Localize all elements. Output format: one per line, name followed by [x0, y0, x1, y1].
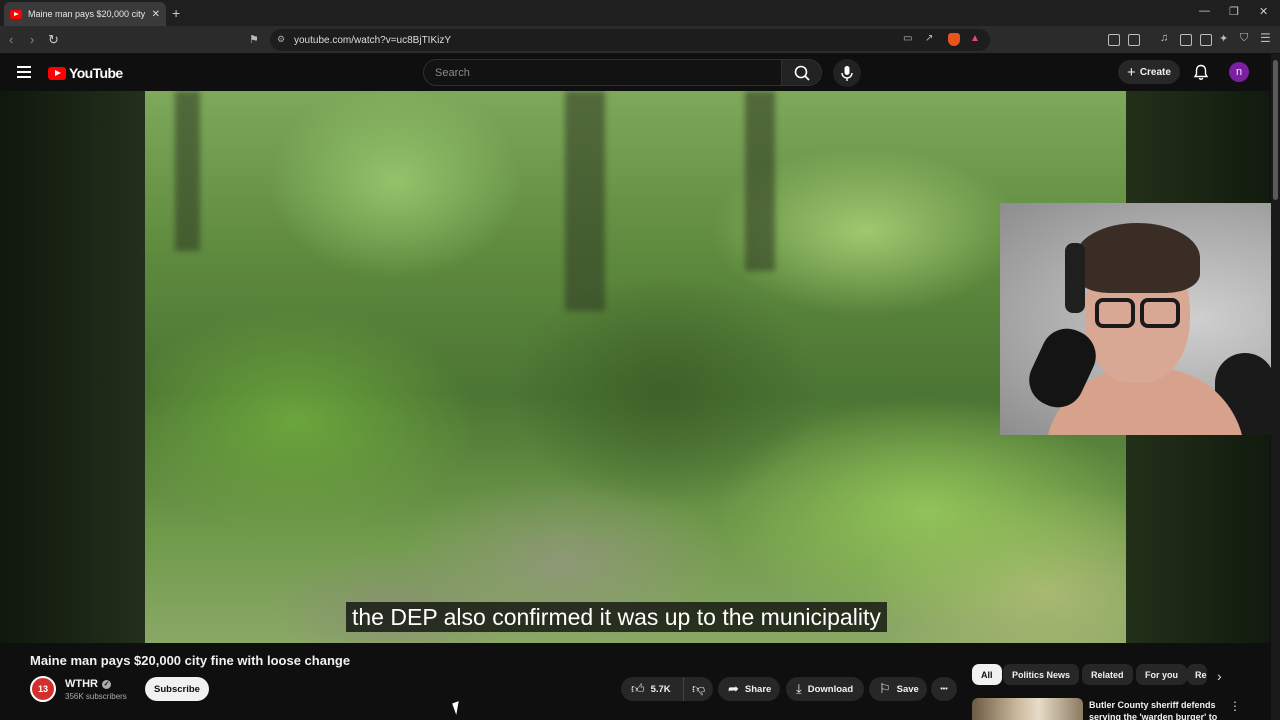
- ambient-glow-left: [0, 91, 145, 643]
- channel-name[interactable]: WTHR: [65, 678, 98, 690]
- save-label: Save: [896, 683, 919, 695]
- tab-title: Maine man pays $20,000 city fine with lo…: [28, 9, 146, 19]
- close-window-button[interactable]: ✕: [1259, 5, 1268, 18]
- webcam-glasses-right: [1140, 298, 1180, 328]
- leo-ai-icon[interactable]: ✦: [1219, 32, 1228, 45]
- create-label: Create: [1139, 66, 1171, 78]
- minimize-button[interactable]: —: [1199, 5, 1210, 17]
- bell-icon: [1193, 64, 1209, 80]
- chip-politics-news[interactable]: Politics News: [1003, 664, 1080, 685]
- chip-for-you[interactable]: For you: [1136, 664, 1187, 685]
- mouse-cursor: [452, 701, 463, 715]
- subscribe-button[interactable]: Subscribe: [145, 677, 209, 701]
- download-button[interactable]: ⤓ Download: [786, 677, 864, 701]
- extensions-icon[interactable]: [1108, 34, 1120, 46]
- recommended-video-thumbnail[interactable]: [972, 698, 1083, 720]
- chip-related[interactable]: Related: [1082, 664, 1133, 685]
- chip-all[interactable]: All: [972, 664, 1002, 685]
- bookmark-save-icon: ⚐: [879, 681, 891, 696]
- video-title: Maine man pays $20,000 city fine with lo…: [30, 653, 351, 668]
- reload-icon[interactable]: ↻: [48, 32, 59, 48]
- voice-search-button[interactable]: [833, 59, 861, 87]
- browser-toolbar: ‹ › ↻ ⚑ ⚙ youtube.com/watch?v=uc8BjTIKiz…: [0, 26, 1280, 54]
- guide-menu-icon[interactable]: [17, 66, 31, 78]
- channel-name-row[interactable]: WTHR ✓: [65, 678, 111, 690]
- youtube-wordmark: YouTube: [69, 65, 123, 81]
- chip-overflow[interactable]: Re: [1187, 664, 1207, 685]
- recommended-more-icon[interactable]: ⋮: [1229, 699, 1241, 713]
- bookmark-icon[interactable]: ⚑: [249, 33, 259, 46]
- subscriber-count: 356K subscribers: [65, 692, 127, 701]
- notifications-button[interactable]: [1193, 64, 1209, 86]
- brave-rewards-icon[interactable]: ▲: [970, 33, 980, 44]
- sidebar-icon[interactable]: [1180, 34, 1192, 46]
- vpn-icon[interactable]: ⛉: [1240, 32, 1248, 45]
- chevron-right-icon[interactable]: ›: [1217, 668, 1222, 684]
- channel-avatar[interactable]: 13: [30, 676, 56, 702]
- share-page-icon[interactable]: ↗: [925, 33, 933, 44]
- microphone-icon: [841, 66, 853, 81]
- create-button[interactable]: + Create: [1118, 60, 1180, 84]
- restore-button[interactable]: ❐: [1229, 5, 1239, 18]
- back-icon[interactable]: ‹: [9, 32, 13, 47]
- thumbs-down-icon: 👎︎: [692, 681, 706, 696]
- avatar[interactable]: n: [1229, 62, 1249, 82]
- tab-close-icon[interactable]: ✕: [152, 9, 160, 20]
- recommended-video-title[interactable]: Butler County sheriff defends serving th…: [1089, 699, 1224, 720]
- video-scene-detail: [565, 91, 605, 311]
- browser-tab-bar: Maine man pays $20,000 city fine with lo…: [0, 0, 1280, 26]
- brave-shields-icon[interactable]: [948, 33, 960, 46]
- search-box[interactable]: [423, 59, 782, 86]
- verified-icon: ✓: [102, 679, 111, 689]
- more-actions-button[interactable]: •••: [931, 677, 957, 701]
- download-icon: ⤓: [796, 681, 802, 696]
- cast-icon[interactable]: ▭: [903, 33, 912, 44]
- save-button[interactable]: ⚐ Save: [869, 677, 927, 701]
- menu-icon[interactable]: ☰: [1260, 31, 1271, 45]
- webcam-headset: [1065, 243, 1085, 313]
- forward-icon[interactable]: ›: [30, 32, 34, 47]
- search-input[interactable]: [435, 66, 781, 79]
- site-info-icon[interactable]: ⚙: [277, 34, 285, 45]
- like-count: 5.7K: [650, 683, 671, 695]
- new-tab-button[interactable]: +: [172, 5, 180, 21]
- browser-tab[interactable]: Maine man pays $20,000 city fine with lo…: [4, 2, 166, 26]
- wallet-icon[interactable]: [1200, 34, 1212, 46]
- webcam-overlay: [1000, 203, 1280, 435]
- media-icon[interactable]: ♫: [1160, 32, 1168, 44]
- webcam-person-hair: [1075, 223, 1200, 293]
- video-scene-detail: [175, 91, 200, 251]
- share-label: Share: [744, 683, 772, 695]
- thumbs-up-icon: 👍︎: [631, 681, 645, 696]
- search-button[interactable]: [781, 59, 822, 86]
- dislike-button[interactable]: 👎︎: [683, 677, 713, 701]
- share-button[interactable]: ➦ Share: [718, 677, 780, 701]
- video-caption: the DEP also confirmed it was up to the …: [346, 602, 887, 632]
- like-button[interactable]: 👍︎ 5.7K: [621, 677, 683, 701]
- video-frame[interactable]: [145, 91, 1126, 643]
- plus-icon: +: [1127, 63, 1136, 81]
- share-icon: ➦: [728, 681, 739, 696]
- video-scene-detail: [745, 91, 775, 271]
- youtube-favicon-icon: [10, 9, 22, 19]
- address-bar[interactable]: ⚙ youtube.com/watch?v=uc8BjTIKizY ▭ ↗ ▲: [270, 29, 990, 51]
- youtube-logo[interactable]: YouTube: [48, 65, 123, 81]
- scrollbar-thumb[interactable]: [1273, 60, 1278, 200]
- youtube-play-icon: [48, 66, 66, 80]
- webcam-glasses-left: [1095, 298, 1135, 328]
- search-icon: [794, 65, 810, 81]
- reading-mode-icon[interactable]: [1128, 34, 1140, 46]
- download-label: Download: [807, 683, 854, 695]
- youtube-header: YouTube + Create n: [0, 54, 1270, 91]
- url-text: youtube.com/watch?v=uc8BjTIKizY: [294, 34, 452, 46]
